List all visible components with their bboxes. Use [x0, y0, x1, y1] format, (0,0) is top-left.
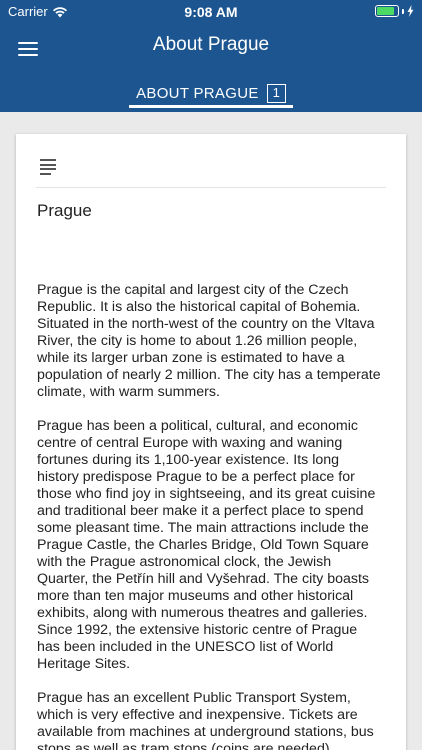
status-bar: Carrier 9:08 AM: [0, 0, 422, 24]
status-time: 9:08 AM: [184, 4, 238, 20]
article-title: Prague: [37, 201, 92, 220]
article-card: Prague Prague is the capital and largest…: [16, 134, 406, 750]
page-title: About Prague: [152, 34, 270, 55]
battery-indicator: [375, 5, 414, 17]
battery-icon: [375, 5, 399, 17]
article-paragraph: Prague has been a political, cultural, a…: [37, 418, 376, 672]
tab-label: ABOUT PRAGUE: [136, 84, 259, 102]
divider: [36, 187, 386, 188]
app-bar: About Prague ABOUT PRAGUE 1: [0, 24, 422, 112]
battery-level: [377, 7, 394, 15]
article-body: Prague is the capital and largest city o…: [37, 282, 382, 750]
article-paragraph: Prague is the capital and largest city o…: [37, 282, 381, 400]
article-lines-icon: [40, 159, 56, 175]
charging-bolt-icon: [407, 5, 414, 17]
battery-tip: [402, 8, 404, 14]
tab-selected-indicator: [129, 105, 293, 108]
tab-count-badge: 1: [266, 83, 286, 103]
article-paragraph: Prague has an excellent Public Transport…: [37, 690, 374, 750]
